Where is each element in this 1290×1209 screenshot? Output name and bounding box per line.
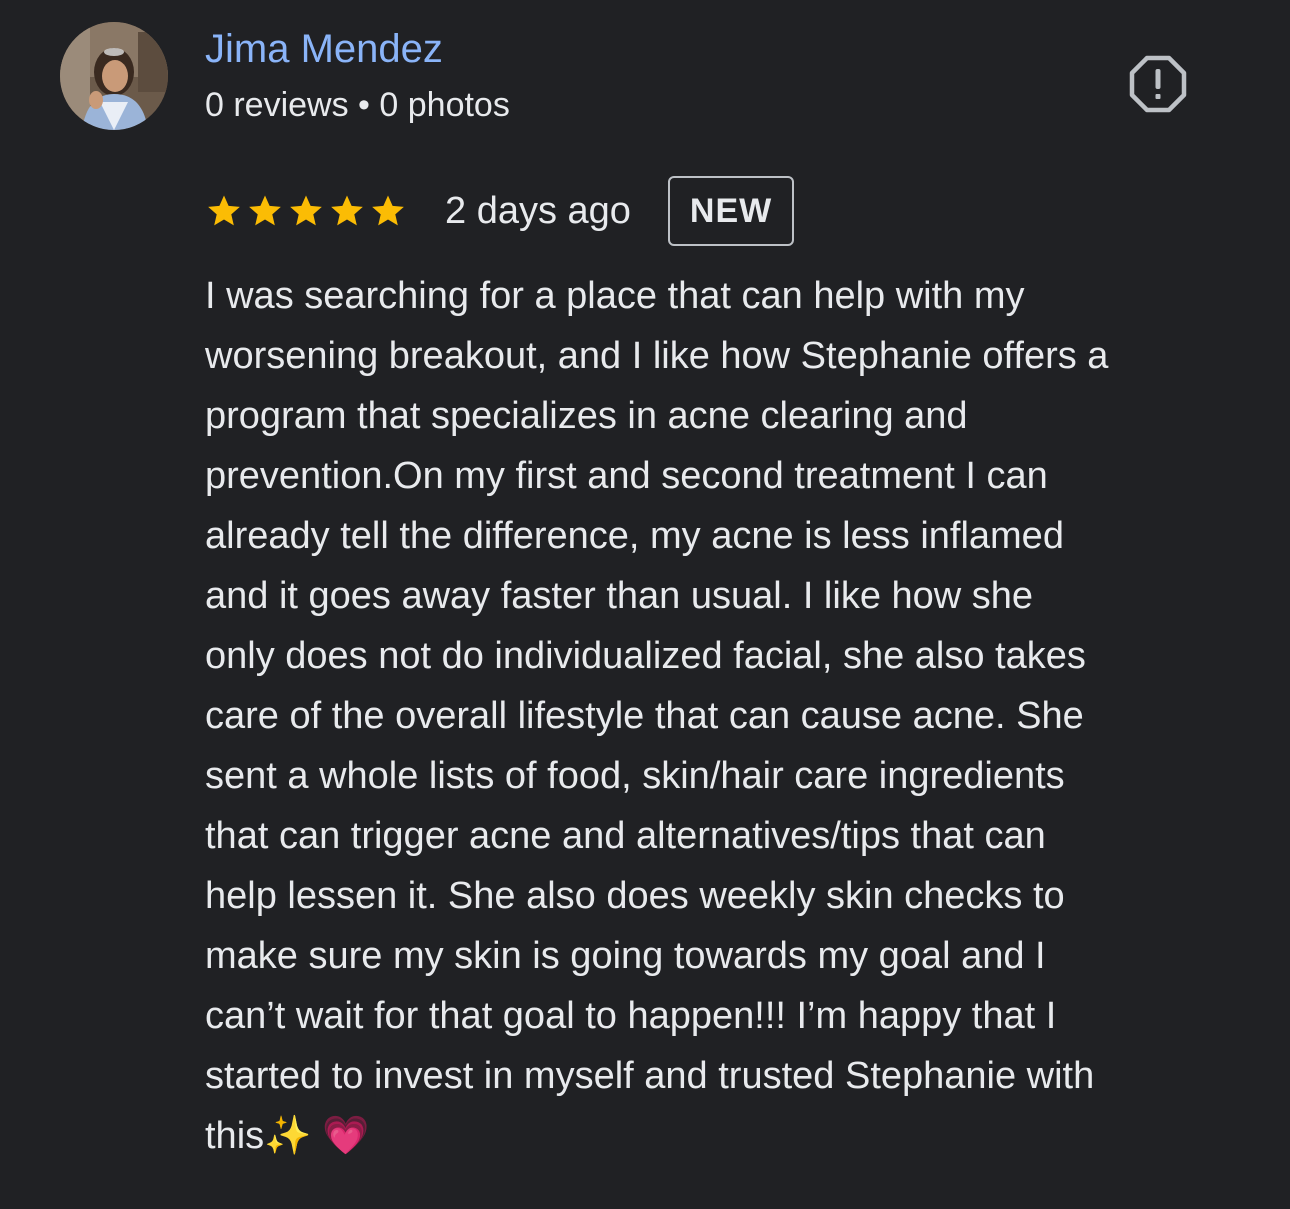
report-button[interactable]	[1128, 54, 1188, 114]
report-flag-icon	[1129, 55, 1187, 113]
heart-emoji: 💗	[322, 1115, 370, 1157]
star-icon	[205, 192, 243, 230]
sparkles-emoji: ✨	[264, 1115, 312, 1157]
star-icon	[246, 192, 284, 230]
avatar-photo	[60, 22, 168, 130]
review-text-body: I was searching for a place that can hel…	[205, 275, 1109, 1157]
review-date: 2 days ago	[445, 189, 631, 232]
star-icon	[328, 192, 366, 230]
author-name[interactable]: Jima Mendez	[205, 26, 443, 72]
star-icon	[287, 192, 325, 230]
review-text: I was searching for a place that can hel…	[205, 266, 1245, 1166]
star-rating	[205, 192, 407, 230]
new-badge: NEW	[667, 176, 795, 246]
author-avatar[interactable]	[60, 22, 168, 130]
rating-row: 2 days ago NEW	[205, 174, 795, 248]
author-stats: 0 reviews • 0 photos	[205, 86, 510, 124]
star-icon	[369, 192, 407, 230]
